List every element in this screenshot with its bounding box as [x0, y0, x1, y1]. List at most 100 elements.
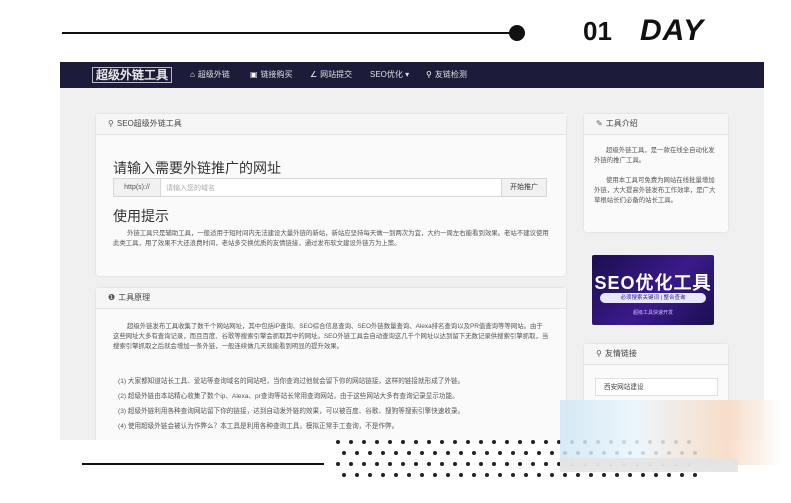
website-screenshot: 超级外链工具 ⌂ 超级外链 ▣ 链接购买 ∠ 网站提交 SEO优化 ▾ ⚲ 友链检测 ⚲… — [60, 62, 764, 440]
decorative-dot — [446, 451, 450, 455]
panel-header: ⚲ SEO超级外链工具 — [96, 114, 566, 135]
start-promotion-button[interactable]: 开始推广 — [501, 179, 546, 196]
decorative-dot — [368, 451, 372, 455]
calendar-icon: ▣ — [250, 70, 258, 79]
decorative-dot — [388, 462, 392, 466]
decorative-dot — [693, 473, 697, 477]
decorative-dot — [355, 473, 359, 477]
blurred-watermark — [560, 458, 738, 472]
decorative-dot — [427, 462, 431, 466]
decorative-dot — [615, 473, 619, 477]
list-item: (3) 超级外链利用各种查询网站留下你的链接，达到自动发外链的效果，可以被百度、… — [118, 408, 465, 415]
day-number: 01 — [583, 16, 612, 46]
decorative-dot — [336, 440, 340, 444]
decorative-dot — [466, 440, 470, 444]
decorative-dot — [407, 451, 411, 455]
decorative-dot — [407, 473, 411, 477]
decorative-dot — [414, 462, 418, 466]
panel-title: 工具介绍 — [605, 119, 638, 128]
list-item: (2) 超级外链由本站精心收集了数个ip、Alexa、pr查询等站长常用查询网站… — [118, 393, 459, 400]
link-icon: ⚲ — [426, 70, 432, 79]
protocol-prefix: http(s):// — [114, 179, 161, 196]
nav-item-seo-dropdown[interactable]: SEO优化 ▾ — [370, 69, 409, 80]
site-logo[interactable]: 超级外链工具 — [92, 67, 173, 83]
decorative-dot — [498, 473, 502, 477]
panel-title: 友情链接 — [604, 349, 637, 358]
decorative-dot — [505, 440, 509, 444]
decorative-dot — [420, 451, 424, 455]
nav-label: 网站提交 — [320, 70, 353, 79]
chart-icon: ∠ — [310, 70, 318, 79]
decorative-dot — [511, 451, 515, 455]
seo-banner-ad[interactable]: SEO优化工具 必须搜索关键词 | 整合查询 超级工具快速开发 — [592, 255, 714, 325]
decorative-dot — [414, 440, 418, 444]
decorative-dot — [466, 462, 470, 466]
banner-title: SEO优化工具 — [594, 273, 712, 293]
decorative-dot — [485, 473, 489, 477]
decorative-dot — [401, 440, 405, 444]
decorative-dot — [472, 473, 476, 477]
decorative-dot — [440, 440, 444, 444]
wrench-icon: ✎ — [596, 119, 603, 128]
tips-heading: 使用提示 — [113, 208, 169, 224]
decorative-dot — [342, 473, 346, 477]
decorative-dot — [509, 25, 525, 41]
decorative-dot — [394, 473, 398, 477]
decorative-dot — [544, 462, 548, 466]
decorative-dot — [680, 473, 684, 477]
decorative-dot — [401, 462, 405, 466]
decorative-dot — [550, 451, 554, 455]
tips-text: 外链工具只是辅助工具，一般适用于短时间内无法建设大量外链的新站，新站应坚持每天做… — [113, 230, 549, 247]
principle-panel: ❶ 工具原理 超级外链发布工具收集了数千个网站网址，其中包括IP查询、SEO综合信… — [96, 288, 566, 440]
url-input-group: http(s):// 开始推广 — [113, 178, 547, 197]
decorative-dot — [537, 473, 541, 477]
nav-label: 超级外链 — [197, 70, 230, 79]
decorative-dot — [492, 440, 496, 444]
decorative-dot — [576, 473, 580, 477]
decorative-dot — [518, 440, 522, 444]
nav-item-buy-links[interactable]: ▣ 链接购买 — [250, 69, 293, 80]
nav-label: 友链检测 — [434, 70, 467, 79]
decorative-dot — [589, 473, 593, 477]
bottom-decorative-line — [82, 463, 324, 465]
panel-header: ✎ 工具介绍 — [584, 114, 728, 135]
decorative-dot — [667, 473, 671, 477]
decorative-dot — [472, 451, 476, 455]
decorative-dot — [602, 473, 606, 477]
decorative-dot — [362, 462, 366, 466]
list-item: (1) 大家都知道站长工具、爱站等查询域名的网站吧，当你查询过他就会留下你的网站… — [118, 378, 465, 385]
url-heading: 请输入需要外链推广的网址 — [113, 160, 281, 176]
decorative-dot — [544, 440, 548, 444]
decorative-dot — [375, 462, 379, 466]
decorative-dot — [479, 462, 483, 466]
nav-label: 链接购买 — [260, 70, 293, 79]
decorative-dot — [342, 451, 346, 455]
decorative-dot — [531, 440, 535, 444]
link-icon: ⚲ — [596, 349, 602, 358]
day-label: DAY — [640, 14, 705, 47]
decorative-dot — [375, 440, 379, 444]
banner-tagline: 超级工具快速开发 — [632, 310, 673, 316]
decorative-dot — [485, 451, 489, 455]
friend-link-item[interactable]: 西安网站建设 — [595, 378, 718, 396]
decorative-dot — [479, 440, 483, 444]
nav-item-super-links[interactable]: ⌂ 超级外链 — [190, 69, 230, 80]
decorative-dot — [433, 451, 437, 455]
info-icon: ❶ — [108, 293, 116, 302]
decorative-dot — [492, 462, 496, 466]
decorative-dot — [641, 473, 645, 477]
url-input[interactable] — [164, 181, 498, 195]
main-tool-panel: ⚲SEO超级外链工具 请输入需要外链推广的网址 http(s):// 开始推广 … — [96, 114, 566, 276]
decorative-dot — [336, 462, 340, 466]
decorative-dot — [505, 462, 509, 466]
decorative-dot — [349, 462, 353, 466]
decorative-dot — [440, 462, 444, 466]
banner-subtitle: 必须搜索关键词 | 整合查询 — [600, 293, 706, 303]
decorative-dot — [654, 473, 658, 477]
nav-label: SEO优化 ▾ — [370, 70, 410, 79]
nav-item-link-check[interactable]: ⚲ 友链检测 — [426, 69, 467, 80]
decorative-dot — [355, 451, 359, 455]
decorative-dot — [381, 451, 385, 455]
decorative-dot — [362, 440, 366, 444]
nav-item-submit-site[interactable]: ∠ 网站提交 — [310, 69, 352, 80]
